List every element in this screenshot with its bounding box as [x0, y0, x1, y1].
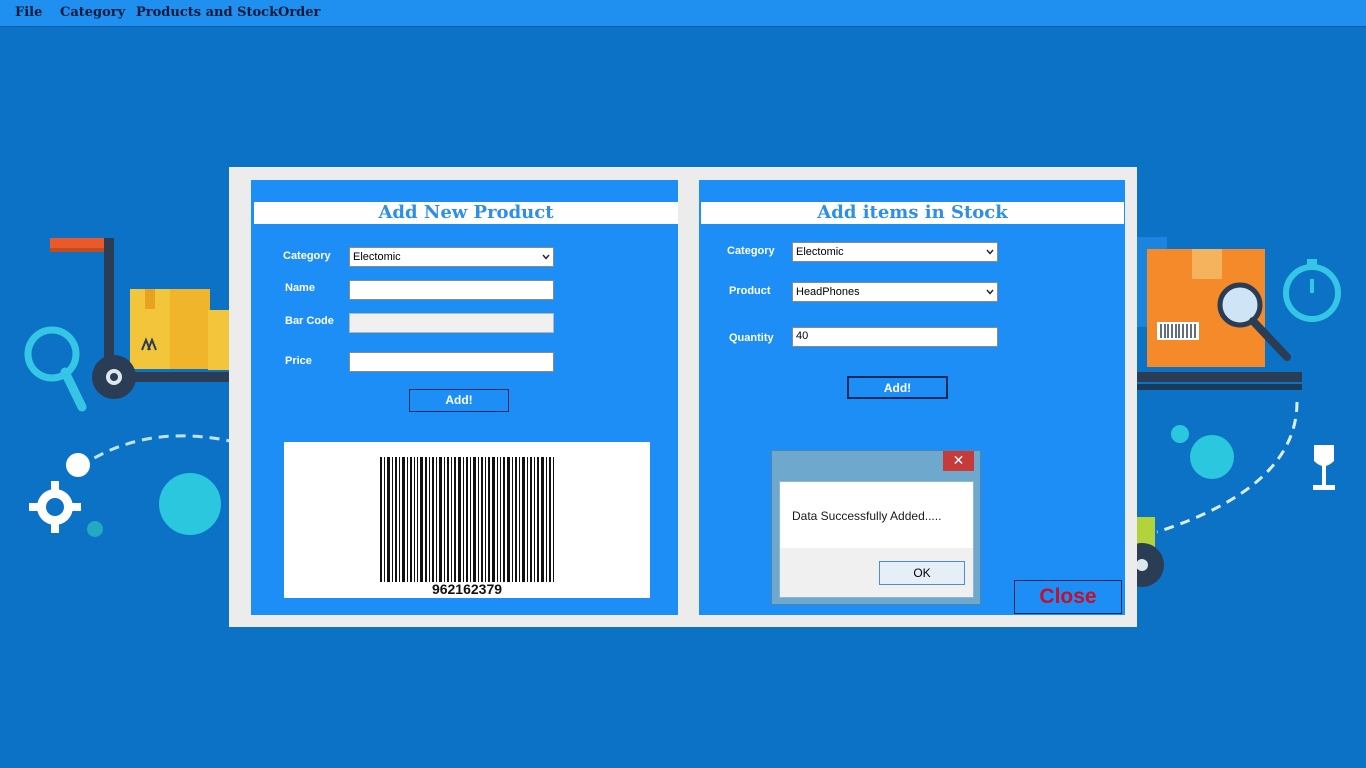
name-label: Name — [285, 282, 315, 294]
product-select[interactable]: HeadPhones — [792, 282, 998, 302]
barcode-graphic — [380, 457, 554, 582]
menu-products-and-stock[interactable]: Products and Stock — [136, 5, 278, 20]
stock-category-label: Category — [727, 245, 775, 257]
product-label: Product — [729, 285, 771, 297]
barcode-label: Bar Code — [285, 315, 334, 327]
dialog-close-button[interactable]: ✕ — [943, 451, 974, 471]
magnifier-illustration — [24, 326, 87, 412]
add-product-panel: Add New Product Category Electomic Name … — [251, 180, 678, 615]
menu-file[interactable]: File — [15, 5, 42, 20]
menu-order[interactable]: Order — [278, 5, 320, 20]
stock-category-select-value: Electomic — [796, 246, 844, 258]
package-scale-illustration — [1137, 237, 1341, 587]
close-button[interactable]: Close — [1014, 580, 1122, 614]
barcode-input[interactable] — [349, 313, 554, 333]
add-product-button[interactable]: Add! — [409, 389, 509, 412]
quantity-input[interactable]: 40 — [792, 327, 998, 347]
dialog-body: Data Successfully Added..... OK — [779, 481, 974, 598]
stock-category-select[interactable]: Electomic — [792, 242, 998, 262]
gear-illustration — [29, 434, 236, 537]
menu-bar: File Category Products and Stock Order — [0, 0, 1366, 27]
quantity-label: Quantity — [729, 332, 774, 344]
dialog-message-area: Data Successfully Added..... — [780, 482, 973, 548]
add-stock-button[interactable]: Add! — [847, 376, 948, 399]
barcode-number: 962162379 — [431, 581, 503, 597]
close-icon: ✕ — [952, 452, 965, 468]
menu-category[interactable]: Category — [60, 5, 125, 20]
name-input[interactable] — [349, 280, 554, 300]
category-select[interactable]: Electomic — [349, 247, 554, 267]
add-stock-title: Add items in Stock — [701, 202, 1124, 224]
chevron-down-icon — [542, 254, 550, 260]
barcode-image: 962162379 — [284, 442, 650, 598]
dialog-ok-button[interactable]: OK — [879, 561, 965, 585]
product-stock-form: Add New Product Category Electomic Name … — [229, 167, 1137, 627]
chevron-down-icon — [986, 289, 994, 295]
category-select-value: Electomic — [353, 251, 401, 263]
add-product-title: Add New Product — [254, 202, 678, 224]
message-dialog: ✕ Data Successfully Added..... OK — [771, 450, 981, 605]
dialog-message: Data Successfully Added..... — [792, 509, 942, 523]
category-label: Category — [283, 250, 331, 262]
price-input[interactable] — [349, 352, 554, 372]
price-label: Price — [285, 355, 312, 367]
chevron-down-icon — [986, 249, 994, 255]
product-select-value: HeadPhones — [796, 286, 860, 298]
